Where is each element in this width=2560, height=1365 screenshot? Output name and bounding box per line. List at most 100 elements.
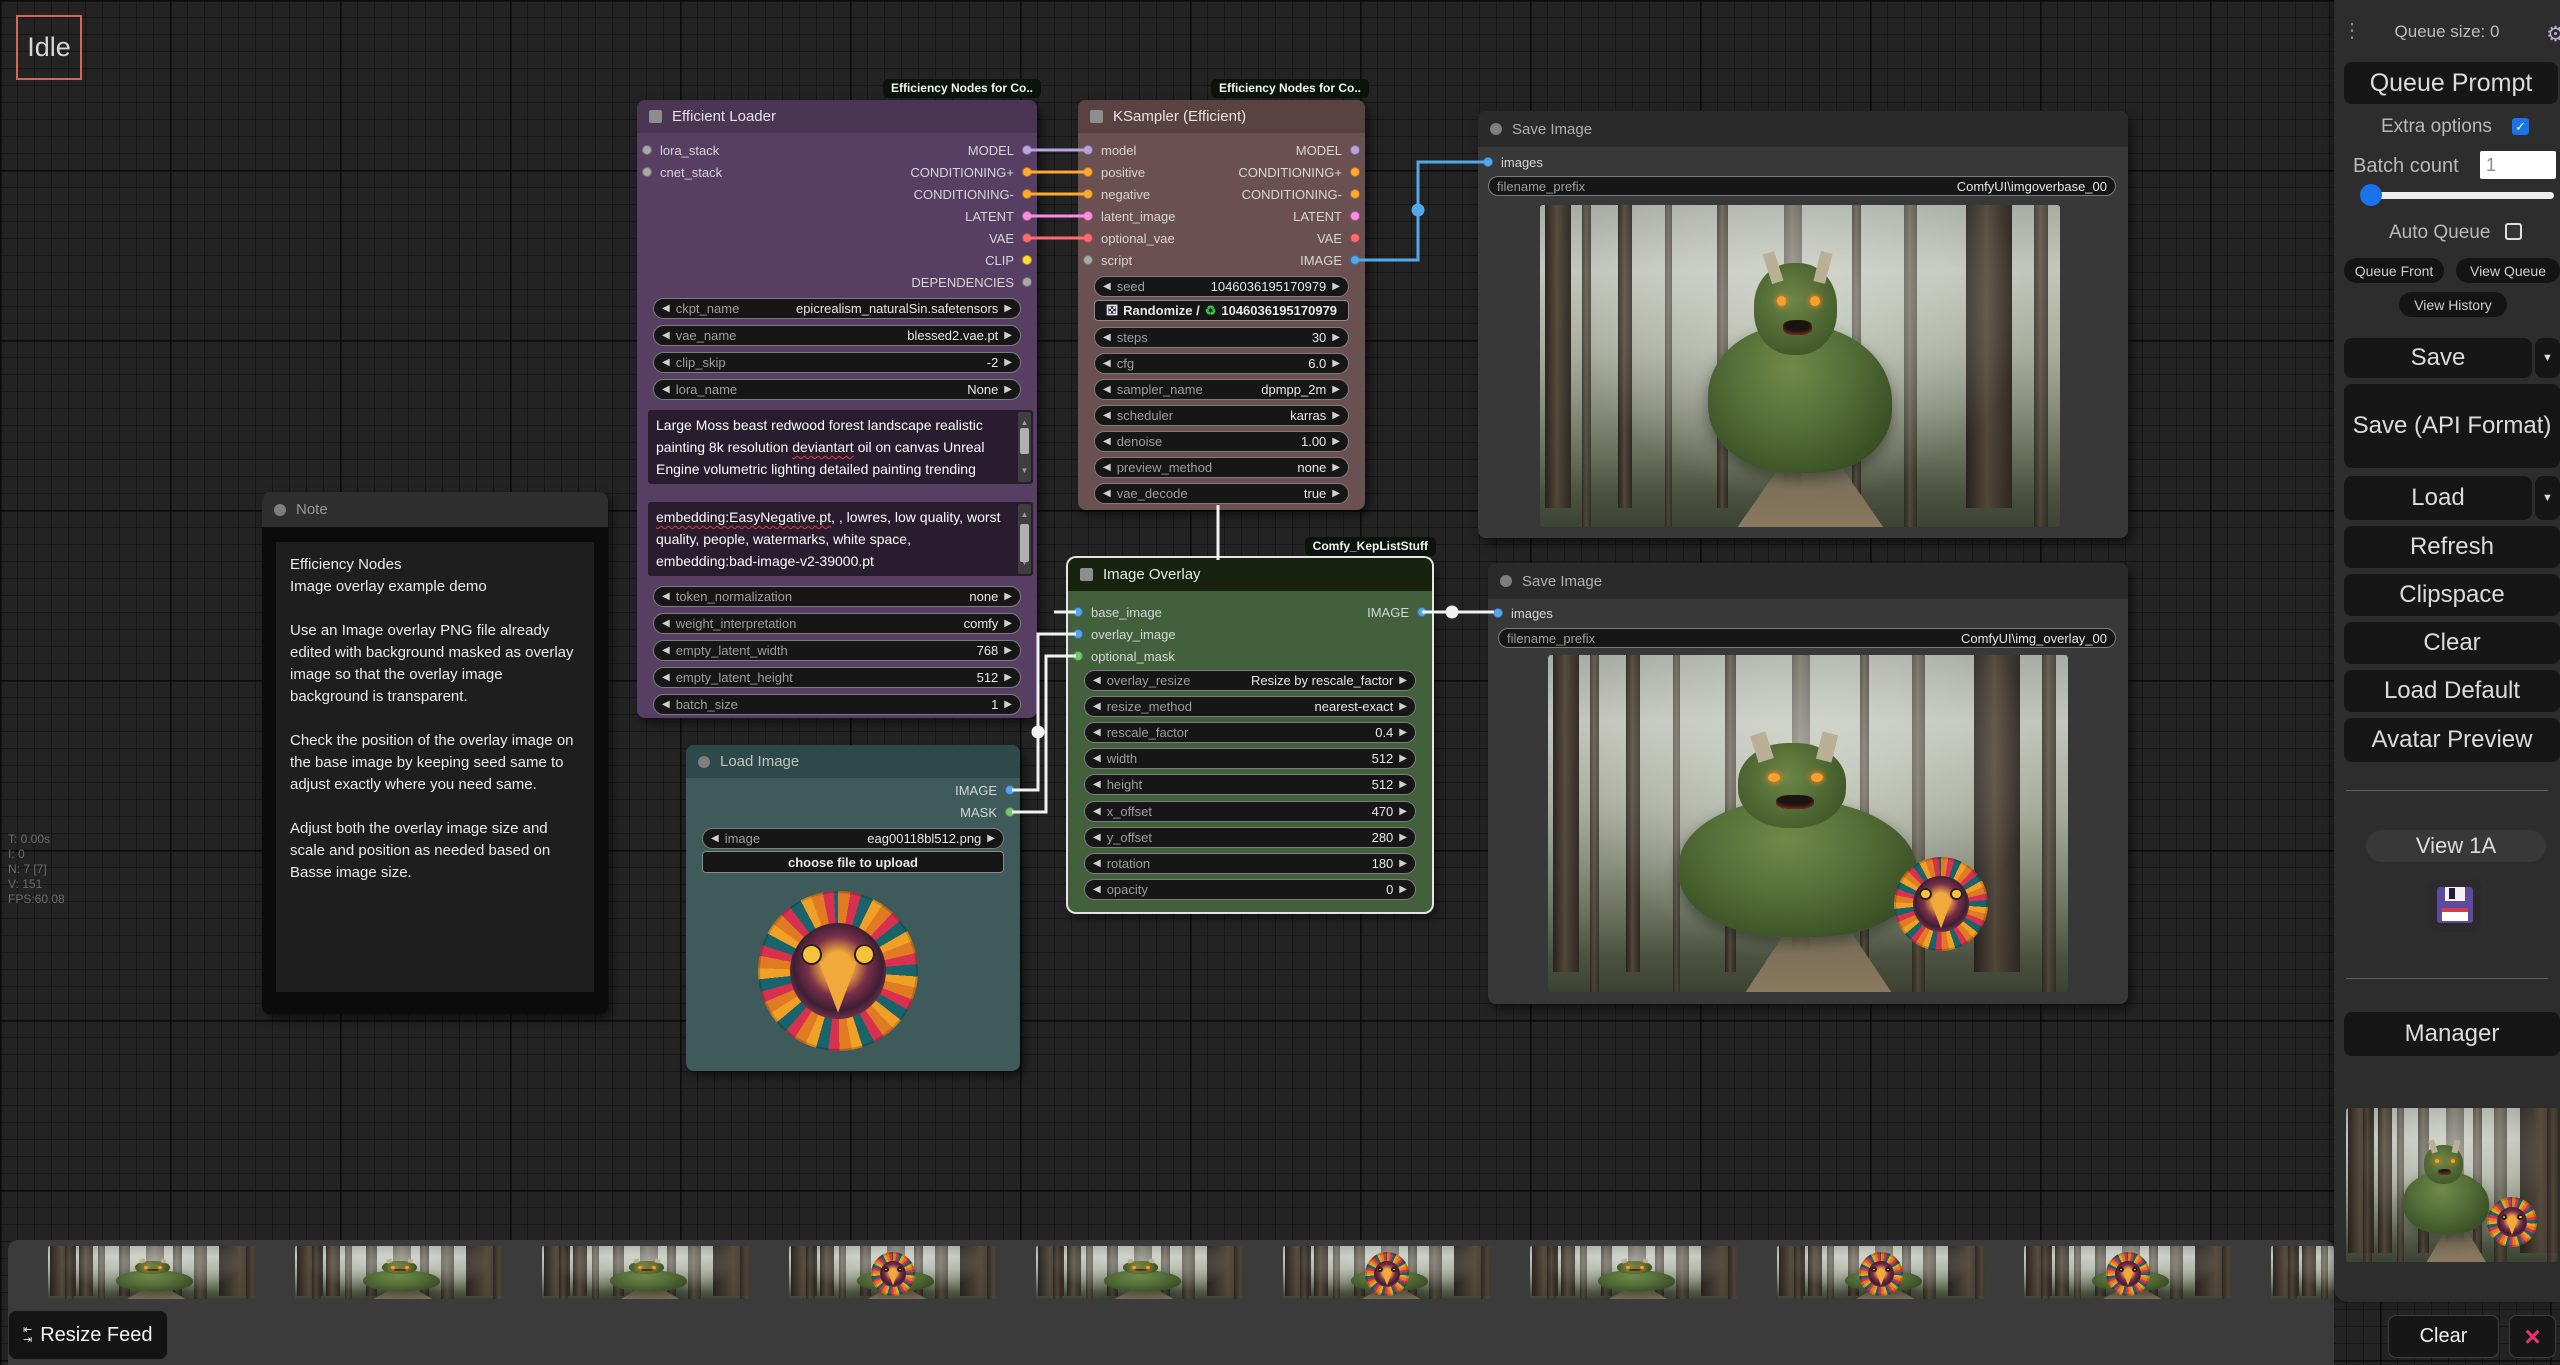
batch-count-slider[interactable] [2362,192,2554,199]
increment-arrow-icon[interactable]: ▶ [1399,858,1407,869]
port-dot[interactable] [1022,277,1032,287]
widget-lora_name[interactable]: ◀lora_nameNone▶ [653,379,1021,400]
widget-image[interactable]: ◀imageeag00118bl512.png▶ [702,828,1004,849]
increment-arrow-icon[interactable]: ▶ [1332,410,1340,421]
node-header[interactable]: Save Image [1478,111,2128,147]
save-dropdown-button[interactable]: ▼ [2535,338,2560,378]
output-port-MASK[interactable]: MASK [960,803,1015,821]
slider-knob[interactable] [2360,184,2382,206]
increment-arrow-icon[interactable]: ▶ [1399,727,1407,738]
node-header[interactable]: Save Image [1488,563,2128,599]
port-dot[interactable] [1350,189,1360,199]
collapse-square-icon[interactable] [1090,110,1103,123]
output-port-IMAGE[interactable]: IMAGE [1367,603,1427,621]
output-port-MODEL[interactable]: MODEL [968,141,1032,159]
output-port-IMAGE[interactable]: IMAGE [1300,251,1360,269]
decrement-arrow-icon[interactable]: ◀ [1103,488,1111,499]
decrement-arrow-icon[interactable]: ◀ [662,645,670,656]
input-port-model[interactable]: model [1083,141,1136,159]
input-port-images[interactable]: images [1493,604,1553,622]
output-port-LATENT[interactable]: LATENT [1293,207,1360,225]
collapse-dot-icon[interactable] [698,756,710,768]
output-port-VAE[interactable]: VAE [1317,229,1360,247]
feed-thumbnail[interactable] [542,1246,750,1299]
node-save-image-2[interactable]: Save Image images filename_prefixComfyUI\i… [1488,563,2128,1004]
widget-empty_latent_width[interactable]: ◀empty_latent_width768▶ [653,640,1021,661]
decrement-arrow-icon[interactable]: ◀ [1093,858,1101,869]
queue-prompt-button[interactable]: Queue Prompt [2344,62,2558,104]
port-dot[interactable] [1493,608,1503,618]
decrement-arrow-icon[interactable]: ◀ [662,591,670,602]
output-port-VAE[interactable]: VAE [989,229,1032,247]
collapse-dot-icon[interactable] [1490,123,1502,135]
node-header[interactable]: Image Overlay [1068,558,1432,591]
decrement-arrow-icon[interactable]: ◀ [1093,884,1101,895]
decrement-arrow-icon[interactable]: ◀ [1093,832,1101,843]
randomize-seed-button[interactable]: ⚄Randomize /♻1046036195170979 [1094,300,1349,321]
increment-arrow-icon[interactable]: ▶ [1399,753,1407,764]
decrement-arrow-icon[interactable]: ◀ [711,833,719,844]
decrement-arrow-icon[interactable]: ◀ [662,384,670,395]
port-dot[interactable] [642,145,652,155]
collapse-dot-icon[interactable] [1500,575,1512,587]
node-header[interactable]: Efficient Loader [637,100,1037,133]
decrement-arrow-icon[interactable]: ◀ [662,699,670,710]
node-efficient-loader[interactable]: Efficiency Nodes for Co..Efficient Loade… [637,100,1037,718]
decrement-arrow-icon[interactable]: ◀ [662,330,670,341]
node-header[interactable]: Load Image [686,745,1020,778]
avatar-preview-button[interactable]: Avatar Preview [2344,718,2560,762]
widget-vae_decode[interactable]: ◀vae_decodetrue▶ [1094,483,1349,504]
increment-arrow-icon[interactable]: ▶ [1004,591,1012,602]
load-dropdown-button[interactable]: ▼ [2535,476,2560,520]
port-dot[interactable] [1022,145,1032,155]
node-load-image[interactable]: Load Image IMAGE MASK ◀imageeag00118bl512.p… [686,745,1020,1071]
widget-weight_interpretation[interactable]: ◀weight_interpretationcomfy▶ [653,613,1021,634]
close-feed-button[interactable]: × [2509,1315,2556,1358]
port-dot[interactable] [1350,211,1360,221]
port-dot[interactable] [1022,211,1032,221]
increment-arrow-icon[interactable]: ▶ [1004,645,1012,656]
input-port-positive[interactable]: positive [1083,163,1145,181]
port-dot[interactable] [1022,255,1032,265]
increment-arrow-icon[interactable]: ▶ [1004,618,1012,629]
port-dot[interactable] [1083,145,1093,155]
output-port-MODEL[interactable]: MODEL [1296,141,1360,159]
output-port-CONDITIONING-[interactable]: CONDITIONING- [1242,185,1360,203]
textarea-scrollbar[interactable]: ▲▼ [1018,412,1031,482]
output-port-CLIP[interactable]: CLIP [985,251,1032,269]
increment-arrow-icon[interactable]: ▶ [1004,699,1012,710]
manager-button[interactable]: Manager [2344,1012,2560,1056]
scroll-up-icon[interactable]: ▲ [1021,504,1029,526]
output-port-IMAGE[interactable]: IMAGE [955,781,1015,799]
port-dot[interactable] [1483,157,1493,167]
decrement-arrow-icon[interactable]: ◀ [1103,332,1111,343]
output-port-DEPENDENCIES[interactable]: DEPENDENCIES [911,273,1032,291]
decrement-arrow-icon[interactable]: ◀ [1103,384,1111,395]
decrement-arrow-icon[interactable]: ◀ [1093,727,1101,738]
port-dot[interactable] [1022,167,1032,177]
node-ksampler-efficient[interactable]: Efficiency Nodes for Co..KSampler (Effic… [1078,100,1365,510]
widget-filename_prefix[interactable]: filename_prefixComfyUI\img_overlay_00 [1498,628,2116,648]
widget-y_offset[interactable]: ◀y_offset280▶ [1084,827,1416,848]
decrement-arrow-icon[interactable]: ◀ [1103,462,1111,473]
port-dot[interactable] [1083,211,1093,221]
decrement-arrow-icon[interactable]: ◀ [1103,410,1111,421]
clipspace-button[interactable]: Clipspace [2344,574,2560,616]
port-dot[interactable] [1417,607,1427,617]
decrement-arrow-icon[interactable]: ◀ [1103,436,1111,447]
output-port-CONDITIONING+[interactable]: CONDITIONING+ [910,163,1032,181]
decrement-arrow-icon[interactable]: ◀ [662,618,670,629]
port-dot[interactable] [1083,167,1093,177]
port-dot[interactable] [1083,233,1093,243]
node-note[interactable]: NoteEfficiency Nodes Image overlay examp… [262,492,608,1014]
increment-arrow-icon[interactable]: ▶ [1332,488,1340,499]
scrollbar-thumb[interactable] [1020,428,1029,454]
port-dot[interactable] [642,167,652,177]
scrollbar-thumb[interactable] [1020,524,1029,562]
reroute-dot[interactable] [1446,606,1459,619]
increment-arrow-icon[interactable]: ▶ [1332,358,1340,369]
port-dot[interactable] [1073,629,1083,639]
decrement-arrow-icon[interactable]: ◀ [1093,779,1101,790]
port-dot[interactable] [1073,651,1083,661]
feed-thumbnail[interactable] [295,1246,503,1299]
